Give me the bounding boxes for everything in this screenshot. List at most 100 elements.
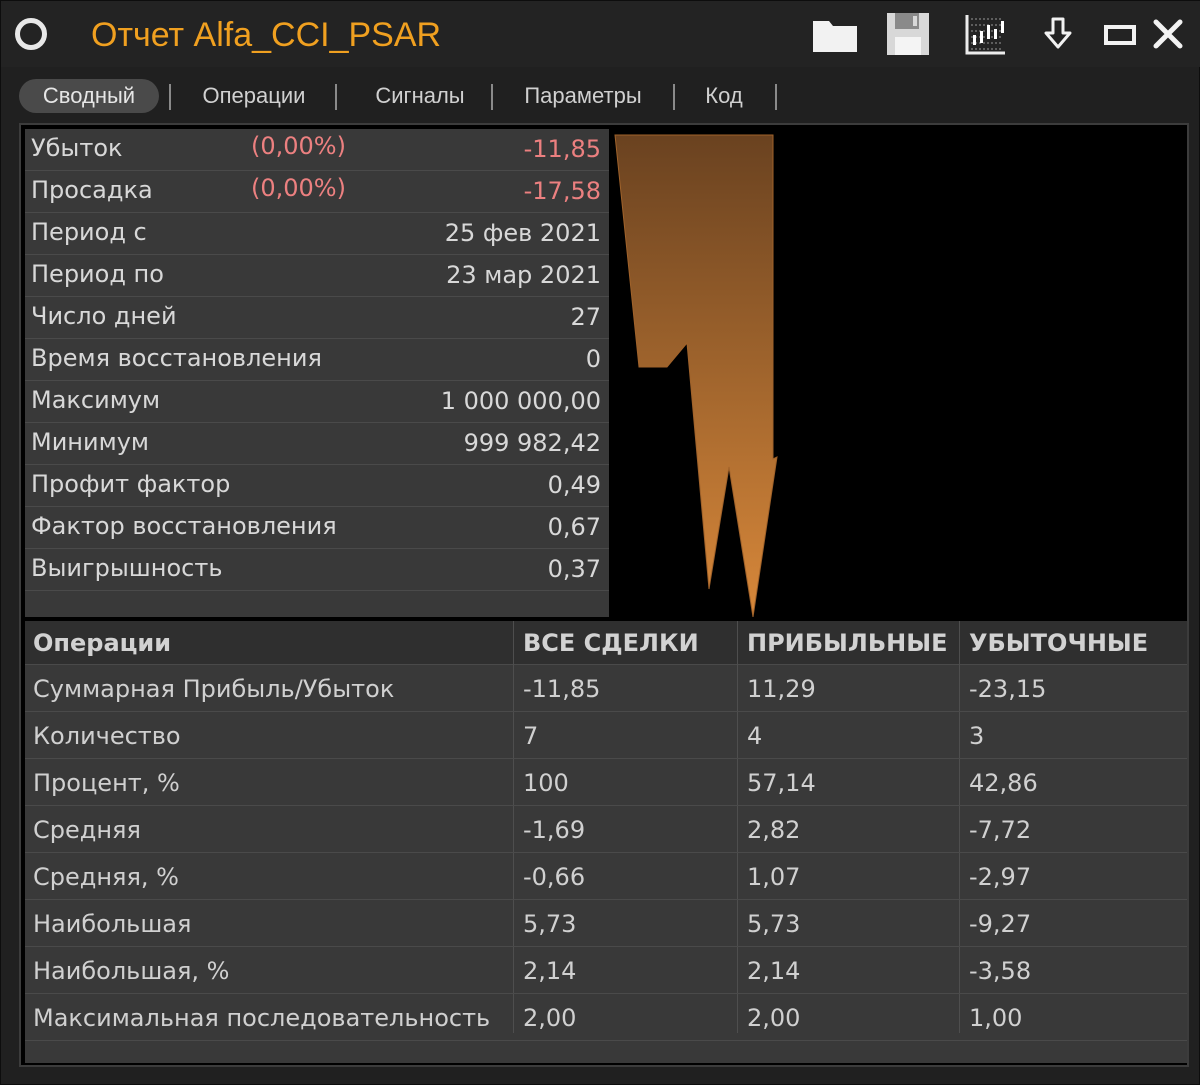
summary-value: 0,67 — [547, 513, 601, 541]
summary-value: 0,37 — [547, 555, 601, 583]
operations-table: Операции ВСЕ СДЕЛКИ ПРИБЫЛЬНЫЕ УБЫТОЧНЫЕ… — [25, 621, 1187, 1063]
cell-all: -1,69 — [523, 816, 586, 844]
summary-row-loss: Убыток (0,00%) -11,85 — [25, 129, 609, 171]
equity-chart — [613, 129, 1187, 618]
cell-all: -0,66 — [523, 863, 586, 891]
summary-value: 999 982,42 — [463, 429, 601, 457]
row-label: Наибольшая, % — [33, 957, 230, 985]
operations-header: Операции ВСЕ СДЕЛКИ ПРИБЫЛЬНЫЕ УБЫТОЧНЫЕ — [25, 621, 1187, 665]
summary-row-period-to: Период по 23 мар 2021 — [25, 255, 609, 297]
tab-separator — [335, 84, 337, 110]
table-row: Средняя, % -0,66 1,07 -2,97 — [25, 853, 1187, 900]
cell-profitable: 2,14 — [747, 957, 801, 985]
summary-panel: Убыток (0,00%) -11,85 Просадка (0,00%) -… — [25, 129, 609, 617]
tab-bar: Сводный Операции Сигналы Параметры Код — [15, 71, 1187, 121]
cell-losing: -3,58 — [969, 957, 1032, 985]
report-window: Отчет Alfa_CCI_PSAR Сводный Операции Сиг… — [0, 0, 1200, 1085]
summary-value: 23 мар 2021 — [446, 261, 601, 289]
summary-row-recovery-time: Время восстановления 0 — [25, 339, 609, 381]
app-circle-icon — [15, 18, 47, 50]
header-profitable: ПРИБЫЛЬНЫЕ — [747, 629, 948, 657]
cell-all: -11,85 — [523, 675, 601, 703]
folder-icon[interactable] — [811, 11, 859, 57]
summary-label: Число дней — [31, 302, 177, 330]
summary-label: Просадка — [31, 176, 153, 204]
cell-profitable: 57,14 — [747, 769, 816, 797]
tab-signals[interactable]: Сигналы — [353, 79, 487, 113]
close-icon[interactable] — [1151, 11, 1185, 57]
summary-row-minimum: Минимум 999 982,42 — [25, 423, 609, 465]
table-row: Количество 7 4 3 — [25, 712, 1187, 759]
cell-losing: -7,72 — [969, 816, 1032, 844]
cell-all: 2,00 — [523, 1004, 577, 1032]
equity-area — [614, 134, 778, 618]
summary-label: Максимум — [31, 386, 161, 414]
summary-value: 0 — [585, 345, 601, 373]
table-row: Наибольшая 5,73 5,73 -9,27 — [25, 900, 1187, 947]
tab-parameters[interactable]: Параметры — [509, 79, 657, 113]
cell-losing: -23,15 — [969, 675, 1047, 703]
tab-separator — [169, 84, 171, 110]
summary-label: Выигрышность — [31, 554, 223, 582]
tab-separator — [491, 84, 493, 110]
summary-percent: (0,00%) — [251, 174, 346, 202]
summary-label: Убыток — [31, 134, 123, 162]
tab-operations[interactable]: Операции — [187, 79, 321, 113]
report-content: Убыток (0,00%) -11,85 Просадка (0,00%) -… — [19, 123, 1189, 1067]
summary-row-maximum: Максимум 1 000 000,00 — [25, 381, 609, 423]
summary-percent: (0,00%) — [251, 132, 346, 160]
row-label: Процент, % — [33, 769, 180, 797]
summary-value: 1 000 000,00 — [440, 387, 601, 415]
row-label: Средняя — [33, 816, 141, 844]
cell-losing: -2,97 — [969, 863, 1032, 891]
summary-value: -11,85 — [523, 135, 601, 163]
tab-code[interactable]: Код — [689, 79, 759, 113]
chart-settings-icon[interactable] — [963, 11, 1009, 57]
cell-profitable: 2,82 — [747, 816, 801, 844]
cell-profitable: 4 — [747, 722, 763, 750]
summary-label: Профит фактор — [31, 470, 231, 498]
summary-row-profit-factor: Профит фактор 0,49 — [25, 465, 609, 507]
cell-profitable: 2,00 — [747, 1004, 801, 1032]
summary-label: Период по — [31, 260, 164, 288]
cell-all: 7 — [523, 722, 539, 750]
title-bar[interactable]: Отчет Alfa_CCI_PSAR — [1, 1, 1200, 67]
cell-losing: -9,27 — [969, 910, 1032, 938]
cell-all: 100 — [523, 769, 569, 797]
cell-profitable: 1,07 — [747, 863, 801, 891]
row-label: Количество — [33, 722, 181, 750]
summary-row-win-rate: Выигрышность 0,37 — [25, 549, 609, 591]
header-operations: Операции — [33, 629, 172, 657]
cell-profitable: 11,29 — [747, 675, 816, 703]
summary-value: 0,49 — [547, 471, 601, 499]
row-label: Максимальная последовательность — [33, 1004, 491, 1032]
summary-row-recovery-factor: Фактор восстановления 0,67 — [25, 507, 609, 549]
equity-area-shape — [614, 134, 778, 618]
cell-losing: 3 — [969, 722, 985, 750]
cell-losing: 42,86 — [969, 769, 1038, 797]
minimize-icon[interactable] — [1103, 11, 1137, 57]
summary-value: 27 — [570, 303, 601, 331]
cell-all: 2,14 — [523, 957, 577, 985]
download-icon[interactable] — [1041, 11, 1075, 57]
summary-value: 25 фев 2021 — [444, 219, 601, 247]
summary-label: Время восстановления — [31, 344, 322, 372]
row-label: Суммарная Прибыль/Убыток — [33, 675, 395, 703]
cell-all: 5,73 — [523, 910, 577, 938]
table-row: Средняя -1,69 2,82 -7,72 — [25, 806, 1187, 853]
summary-row-drawdown: Просадка (0,00%) -17,58 — [25, 171, 609, 213]
table-row: Процент, % 100 57,14 42,86 — [25, 759, 1187, 806]
header-all-trades: ВСЕ СДЕЛКИ — [523, 629, 699, 657]
cell-profitable: 5,73 — [747, 910, 801, 938]
table-row: Максимальная последовательность 2,00 2,0… — [25, 994, 1187, 1041]
save-icon[interactable] — [885, 11, 931, 57]
window-title: Отчет Alfa_CCI_PSAR — [91, 16, 442, 54]
summary-label: Минимум — [31, 428, 150, 456]
table-row: Суммарная Прибыль/Убыток -11,85 11,29 -2… — [25, 665, 1187, 712]
row-label: Наибольшая — [33, 910, 192, 938]
tab-separator — [775, 84, 777, 110]
header-losing: УБЫТОЧНЫЕ — [969, 629, 1149, 657]
table-row: Наибольшая, % 2,14 2,14 -3,58 — [25, 947, 1187, 994]
tab-summary[interactable]: Сводный — [19, 79, 159, 113]
summary-value: -17,58 — [523, 177, 601, 205]
